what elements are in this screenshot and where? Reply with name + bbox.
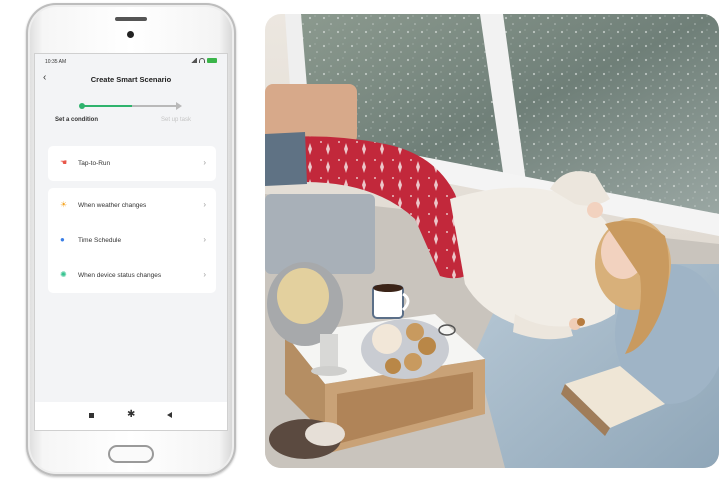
woman-relaxing-by-window-photo (265, 14, 719, 468)
condition-label: When device status changes (78, 272, 162, 279)
step-label-condition: Set a condition (55, 117, 99, 123)
phone-speaker (115, 17, 147, 21)
app-header: ‹ Create Smart Scenario (35, 70, 227, 88)
step-progress: Set a condition Set up task (35, 90, 227, 123)
page-title: Create Smart Scenario (90, 75, 172, 84)
condition-card-auto: ☀ When weather changes › ● Time Schedule… (48, 188, 216, 293)
step-line-complete (82, 105, 132, 107)
hand-tap-icon: ☚ (60, 158, 68, 167)
chevron-right-icon: › (203, 200, 206, 209)
status-icons (191, 58, 217, 63)
clock-icon: ● (60, 235, 65, 244)
back-nav-icon[interactable] (167, 412, 172, 418)
condition-weather[interactable]: ☀ When weather changes › (48, 188, 216, 223)
battery-icon (207, 58, 217, 63)
condition-label: When weather changes (78, 202, 147, 209)
sun-icon: ☀ (60, 200, 68, 209)
step-line-pending (132, 105, 178, 107)
home-nav-icon[interactable]: ✱ (127, 409, 135, 421)
condition-card-manual: ☚ Tap-to-Run › (48, 146, 216, 181)
phone-camera (127, 31, 134, 38)
condition-device-status[interactable]: ✺ When device status changes › (48, 258, 216, 293)
phone-mockup: 10:35 AM ‹ Create Smart Scenario Set a c… (26, 3, 236, 476)
wifi-icon (199, 58, 205, 63)
condition-schedule[interactable]: ● Time Schedule › (48, 223, 216, 258)
phone-home-button[interactable] (108, 445, 154, 463)
recent-apps-icon[interactable] (89, 413, 94, 418)
chevron-right-icon: › (203, 270, 206, 279)
step-label-task: Set up task (161, 117, 192, 123)
status-time: 10:35 AM (45, 59, 67, 65)
condition-label: Time Schedule (78, 237, 122, 244)
phone-screen: 10:35 AM ‹ Create Smart Scenario Set a c… (34, 53, 228, 431)
device-icon: ✺ (60, 270, 67, 279)
step-current-dot (79, 103, 85, 109)
chevron-right-icon: › (203, 158, 206, 167)
signal-icon (191, 58, 197, 63)
step-arrow-icon (176, 102, 182, 110)
android-nav-bar: ✱ (35, 402, 227, 430)
status-bar: 10:35 AM (35, 54, 227, 68)
lifestyle-photo (265, 14, 719, 468)
chevron-right-icon: › (203, 235, 206, 244)
condition-tap-to-run[interactable]: ☚ Tap-to-Run › (48, 146, 216, 181)
condition-label: Tap-to-Run (78, 160, 111, 167)
